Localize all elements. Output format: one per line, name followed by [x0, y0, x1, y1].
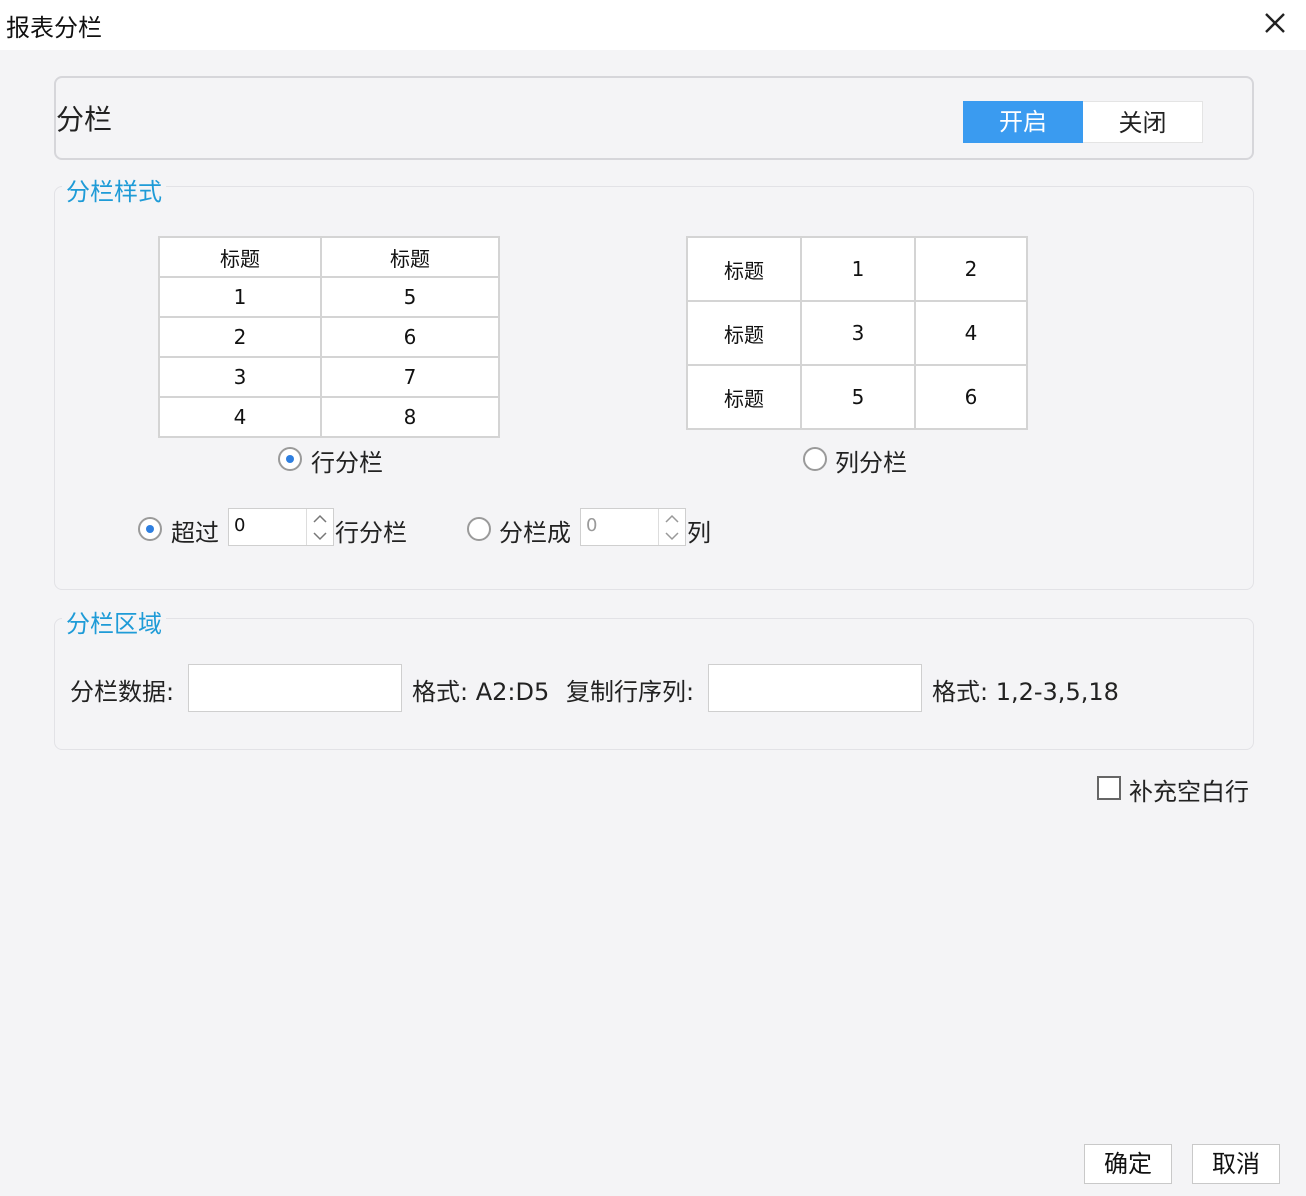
preview-header: 标题 [320, 236, 500, 278]
preview-cell: 5 [800, 364, 916, 430]
copy-format-hint: 格式: 1,2-3,5,18 [932, 678, 1119, 706]
preview-cell: 7 [320, 356, 500, 398]
data-range-input[interactable] [188, 664, 402, 712]
fill-blank-checkbox[interactable] [1097, 776, 1121, 800]
split-value: 0 [586, 515, 598, 536]
toggle-label: 分栏 [56, 103, 113, 136]
spinner-arrows-icon[interactable] [306, 509, 333, 545]
copy-rows-label: 复制行序列: [566, 678, 695, 706]
preview-header: 标题 [686, 236, 802, 302]
preview-cell: 4 [914, 300, 1028, 366]
preview-cell: 1 [800, 236, 916, 302]
exceed-value: 0 [234, 515, 246, 536]
style-group-title: 分栏样式 [62, 172, 166, 207]
close-icon[interactable] [1258, 6, 1292, 40]
split-columns-radio[interactable] [467, 517, 491, 541]
fill-blank-label: 补充空白行 [1129, 778, 1249, 806]
exceed-rows-spinner[interactable]: 0 [228, 508, 334, 546]
preview-cell: 2 [914, 236, 1028, 302]
cancel-button[interactable]: 取消 [1192, 1144, 1280, 1184]
split-label: 分栏成 [499, 519, 571, 547]
area-group-title: 分栏区域 [62, 604, 166, 639]
preview-cell: 2 [158, 316, 322, 358]
ok-button[interactable]: 确定 [1084, 1144, 1172, 1184]
copy-rows-input[interactable] [708, 664, 922, 712]
exceed-radio[interactable] [138, 517, 162, 541]
preview-header: 标题 [686, 300, 802, 366]
preview-cell: 3 [158, 356, 322, 398]
preview-cell: 5 [320, 276, 500, 318]
spinner-arrows-icon[interactable] [658, 509, 685, 545]
preview-cell: 6 [914, 364, 1028, 430]
preview-cell: 6 [320, 316, 500, 358]
on-option[interactable]: 开启 [963, 101, 1083, 143]
column-split-radio[interactable] [803, 447, 827, 471]
preview-cell: 8 [320, 396, 500, 438]
data-label: 分栏数据: [70, 678, 175, 706]
data-format-hint: 格式: A2:D5 [412, 678, 550, 706]
dialog-title: 报表分栏 [6, 14, 102, 42]
row-split-radio[interactable] [278, 447, 302, 471]
column-split-label: 列分栏 [835, 449, 907, 477]
preview-header: 标题 [158, 236, 322, 278]
title-bar [0, 0, 1306, 50]
preview-header: 标题 [686, 364, 802, 430]
row-split-label: 行分栏 [311, 449, 383, 477]
exceed-suffix: 行分栏 [335, 519, 407, 547]
split-columns-spinner[interactable]: 0 [580, 508, 686, 546]
column-split-preview: 标题 1 2 标题 3 4 标题 5 6 [686, 236, 1028, 430]
on-off-switch: 开启 关闭 [963, 101, 1203, 143]
preview-cell: 1 [158, 276, 322, 318]
preview-cell: 3 [800, 300, 916, 366]
row-split-preview: 标题 标题 15 26 37 48 [158, 236, 500, 438]
preview-cell: 4 [158, 396, 322, 438]
split-suffix: 列 [687, 519, 711, 547]
exceed-label: 超过 [171, 519, 219, 547]
off-option[interactable]: 关闭 [1083, 101, 1203, 143]
